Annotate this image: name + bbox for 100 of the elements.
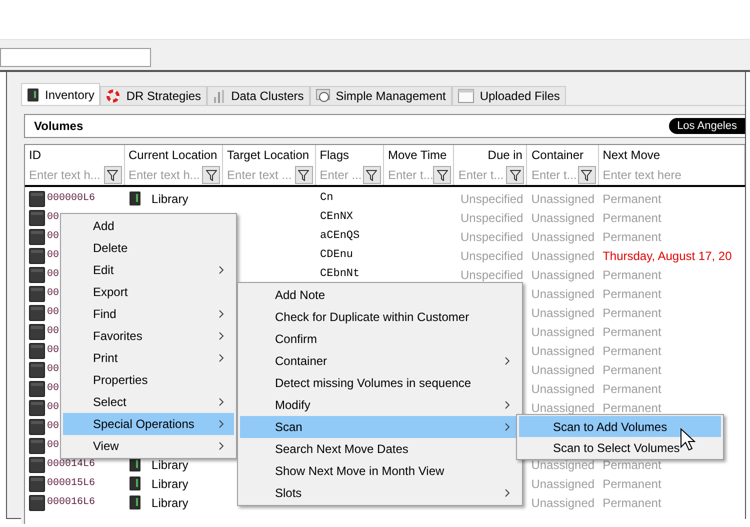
filter-button[interactable] bbox=[578, 166, 596, 184]
menu-item[interactable]: Special Operations bbox=[63, 413, 234, 435]
menu-item[interactable]: Scan to Add Volumes bbox=[519, 416, 721, 437]
tab[interactable]: Inventory bbox=[21, 83, 100, 105]
tape-icon bbox=[29, 400, 45, 416]
table-cell: Unassigned bbox=[531, 382, 595, 394]
table-cell: Unassigned bbox=[531, 212, 595, 224]
menu-item[interactable]: Add bbox=[63, 215, 234, 237]
menu-item[interactable]: Confirm bbox=[240, 328, 520, 350]
table-cell: 000014L6 bbox=[47, 460, 96, 470]
table-cell: Permanent bbox=[602, 192, 662, 204]
table-cell: 00 bbox=[47, 288, 60, 298]
menu-item[interactable]: View bbox=[63, 435, 234, 457]
filter-icon bbox=[206, 170, 217, 180]
tape-icon bbox=[29, 248, 45, 264]
window-icon bbox=[458, 89, 474, 103]
cabinet-icon bbox=[128, 476, 141, 491]
table-cell: 00 bbox=[47, 250, 60, 260]
menu-item[interactable]: Add Note bbox=[240, 284, 520, 306]
table-cell: Permanent bbox=[602, 458, 662, 470]
table-cell: Library bbox=[152, 496, 188, 508]
menu-item[interactable]: Check for Duplicate within Customer bbox=[240, 306, 520, 328]
tape-icon bbox=[29, 418, 45, 434]
column-header[interactable]: Current Location bbox=[124, 145, 222, 165]
menu-item[interactable]: Scan to Select Volumes bbox=[519, 437, 721, 458]
table-cell: Unassigned bbox=[531, 478, 595, 490]
filter-icon bbox=[107, 170, 118, 180]
filter-button[interactable] bbox=[362, 166, 381, 184]
table-cell: Unassigned bbox=[531, 402, 595, 414]
menu-item[interactable]: Properties bbox=[63, 369, 234, 391]
tape-icon bbox=[29, 476, 45, 492]
tape-icon bbox=[29, 438, 45, 454]
table-cell: Permanent bbox=[602, 288, 662, 300]
menu-item[interactable]: Select bbox=[63, 391, 234, 413]
menu-item[interactable]: Print bbox=[63, 347, 234, 369]
tape-icon bbox=[29, 228, 45, 244]
menu-item[interactable]: Edit bbox=[63, 259, 234, 281]
tape-icon bbox=[29, 324, 45, 340]
filter-button[interactable] bbox=[202, 166, 220, 184]
tab[interactable]: Data Clusters bbox=[207, 86, 310, 105]
filter-button[interactable] bbox=[104, 166, 122, 184]
menu-item[interactable]: Container bbox=[240, 350, 520, 372]
tab[interactable]: Uploaded Files bbox=[452, 86, 566, 105]
table-cell: Unassigned bbox=[531, 306, 595, 318]
menu-item[interactable]: Detect missing Volumes in sequence bbox=[240, 372, 520, 394]
table-cell: Permanent bbox=[602, 344, 662, 356]
cabinet-icon bbox=[128, 495, 141, 510]
filter-icon bbox=[436, 170, 448, 180]
filter-button[interactable] bbox=[433, 166, 452, 184]
table-cell: 00 bbox=[47, 422, 60, 432]
filter-icon bbox=[581, 170, 592, 180]
menu-item[interactable]: Show Next Move in Month View bbox=[240, 460, 520, 482]
table-cell: aCEnQS bbox=[320, 231, 360, 242]
tab[interactable]: Simple Management bbox=[310, 86, 452, 105]
column-header[interactable]: Flags bbox=[316, 145, 383, 165]
text-field[interactable] bbox=[0, 48, 151, 67]
tape-icon bbox=[29, 304, 45, 320]
table-cell: Permanent bbox=[602, 306, 662, 318]
menu-item[interactable]: Delete bbox=[63, 237, 234, 259]
table-cell: Permanent bbox=[602, 326, 662, 338]
menu-item[interactable]: Search Next Move Dates bbox=[240, 438, 520, 460]
column-header[interactable]: Move Time bbox=[384, 145, 454, 165]
menu-item[interactable]: Modify bbox=[240, 394, 520, 416]
column-header[interactable]: Target Location bbox=[223, 145, 315, 165]
menu-item[interactable]: Export bbox=[63, 281, 234, 303]
table-cell: 00 bbox=[47, 440, 60, 450]
table-cell: Permanent bbox=[602, 212, 662, 224]
filter-button[interactable] bbox=[294, 166, 313, 184]
tape-icon bbox=[29, 210, 45, 226]
table-cell: 00 bbox=[47, 232, 60, 242]
tape-icon bbox=[29, 380, 45, 396]
table-cell: Unassigned bbox=[531, 192, 595, 204]
cabinet-icon bbox=[128, 191, 141, 206]
table-cell: Library bbox=[152, 192, 188, 204]
filter-icon bbox=[510, 170, 521, 180]
table-cell: Unassigned bbox=[531, 250, 595, 262]
section-title: Volumes bbox=[34, 118, 84, 135]
table-cell: Unassigned bbox=[531, 344, 595, 356]
menu-item[interactable]: Slots bbox=[240, 482, 520, 504]
table-cell: Thursday, August 17, 20 bbox=[602, 250, 732, 262]
table-cell: Permanent bbox=[602, 496, 662, 508]
tape-icon bbox=[29, 456, 45, 472]
column-header[interactable]: Next Move bbox=[598, 145, 744, 165]
column-header[interactable]: Due in bbox=[454, 145, 526, 165]
filter-button[interactable] bbox=[506, 166, 524, 184]
table-cell: Permanent bbox=[602, 478, 662, 490]
column-header[interactable]: Container bbox=[527, 145, 598, 165]
table-cell: Permanent bbox=[602, 268, 662, 280]
table-cell: Unassigned bbox=[531, 268, 595, 280]
table-cell: Unspecified bbox=[460, 250, 524, 262]
menu-item[interactable]: Favorites bbox=[63, 325, 234, 347]
tab[interactable]: DR Strategies bbox=[100, 86, 208, 105]
table-cell: 00 bbox=[47, 346, 60, 356]
menu-item[interactable]: Find bbox=[63, 303, 234, 325]
column-header[interactable]: ID bbox=[25, 145, 124, 165]
table-cell: Unspecified bbox=[460, 268, 524, 280]
table-cell: 000015L6 bbox=[47, 478, 96, 488]
table-cell: Unassigned bbox=[531, 326, 595, 338]
tape-icon bbox=[29, 190, 45, 206]
cursor-icon bbox=[680, 428, 696, 452]
